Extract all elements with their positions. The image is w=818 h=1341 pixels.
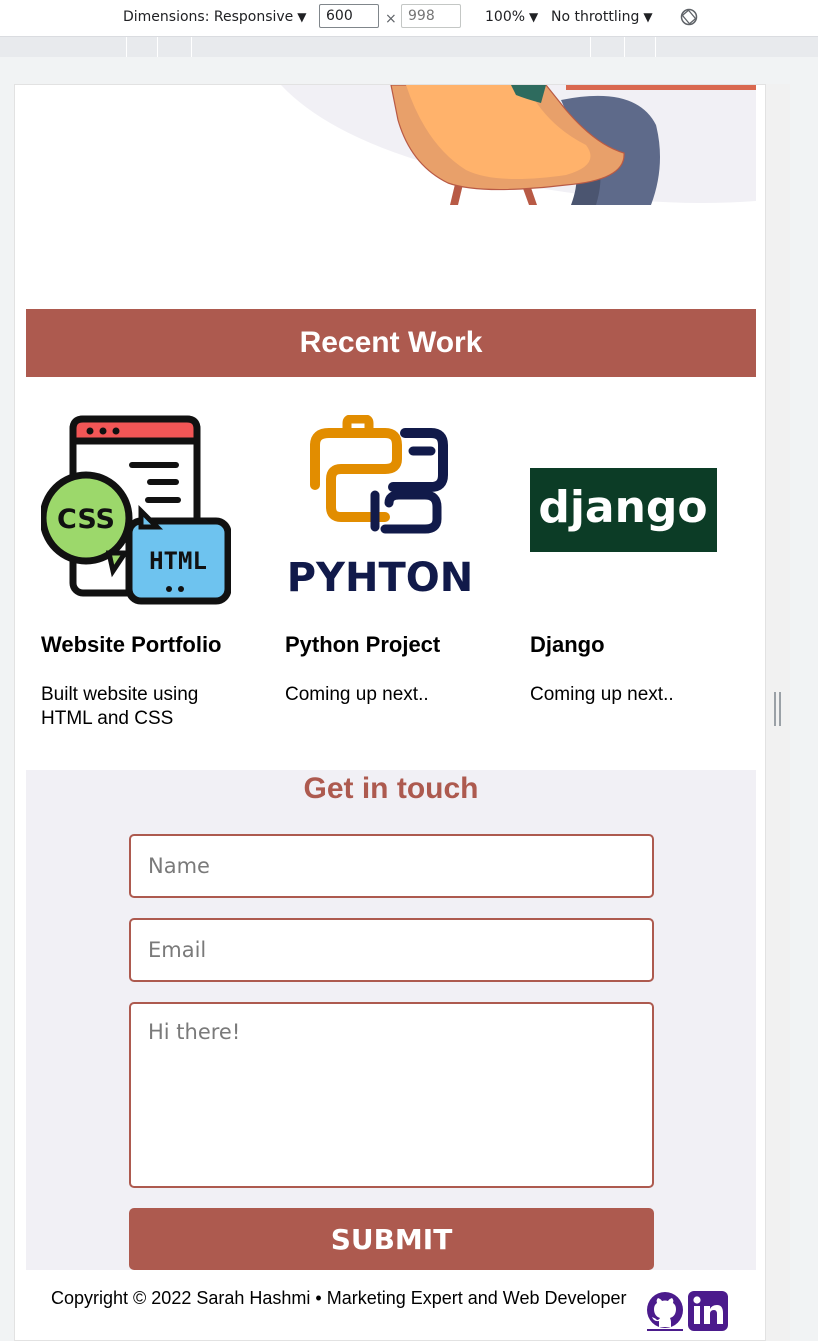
resize-handle[interactable] (774, 692, 782, 726)
times-sign: × (385, 11, 397, 27)
zoom-label: 100% (485, 9, 526, 25)
django-logo-icon: django (530, 468, 717, 552)
submit-button[interactable]: SUBMIT (129, 1208, 654, 1270)
project-title: Python Project (285, 632, 441, 657)
chevron-down-icon: ▼ (643, 10, 653, 24)
contact-section: Get in touch SUBMIT (26, 770, 756, 1270)
project-card-python: PYHTON Python Project Coming up next.. (285, 414, 485, 705)
github-icon[interactable] (645, 1291, 685, 1331)
page-viewport: Recent Work CSS HTML Website Portfolio B… (14, 84, 766, 1341)
dimensions-dropdown[interactable]: Dimensions: Responsive ▼ (123, 9, 307, 25)
throttling-label: No throttling (551, 9, 640, 25)
rotate-icon[interactable] (680, 8, 698, 26)
css-logo-text: CSS (57, 504, 115, 535)
project-card-django: django Django Coming up next.. (530, 415, 730, 705)
email-input[interactable] (129, 918, 654, 982)
project-card-portfolio: CSS HTML Website Portfolio Built website… (39, 415, 241, 729)
footer-copyright: Copyright © 2022 Sarah Hashmi • Marketin… (51, 1288, 627, 1308)
devtools-toolbar: Dimensions: Responsive▼ × 100%▼ No throt… (0, 0, 818, 37)
media-query-ruler[interactable] (0, 37, 818, 57)
name-input[interactable] (129, 834, 654, 898)
linkedin-icon[interactable] (688, 1291, 728, 1331)
hero-illustration (281, 85, 756, 205)
zoom-dropdown[interactable]: 100% ▼ (485, 9, 538, 25)
python-logo-text: PYHTON (287, 555, 474, 601)
chevron-down-icon: ▼ (297, 10, 307, 24)
python-logo-icon: PYHTON (287, 414, 474, 601)
django-logo-text: django (538, 482, 707, 533)
height-input[interactable] (401, 4, 461, 28)
html-logo-text: HTML (149, 547, 207, 575)
project-description: Coming up next.. (530, 684, 674, 705)
project-description: Built website using HTML and CSS (41, 684, 199, 729)
dimensions-label: Dimensions: Responsive (123, 9, 294, 25)
message-textarea[interactable] (129, 1002, 654, 1188)
width-input[interactable] (319, 4, 379, 28)
contact-heading: Get in touch (303, 772, 479, 805)
project-title: Django (530, 632, 605, 657)
chevron-down-icon: ▼ (529, 10, 539, 24)
throttling-dropdown[interactable]: No throttling ▼ (551, 9, 653, 25)
recent-work-heading: Recent Work (26, 309, 756, 377)
project-description: Coming up next.. (285, 684, 429, 705)
html-css-logo-icon: CSS HTML (39, 415, 232, 605)
project-title: Website Portfolio (41, 632, 222, 657)
